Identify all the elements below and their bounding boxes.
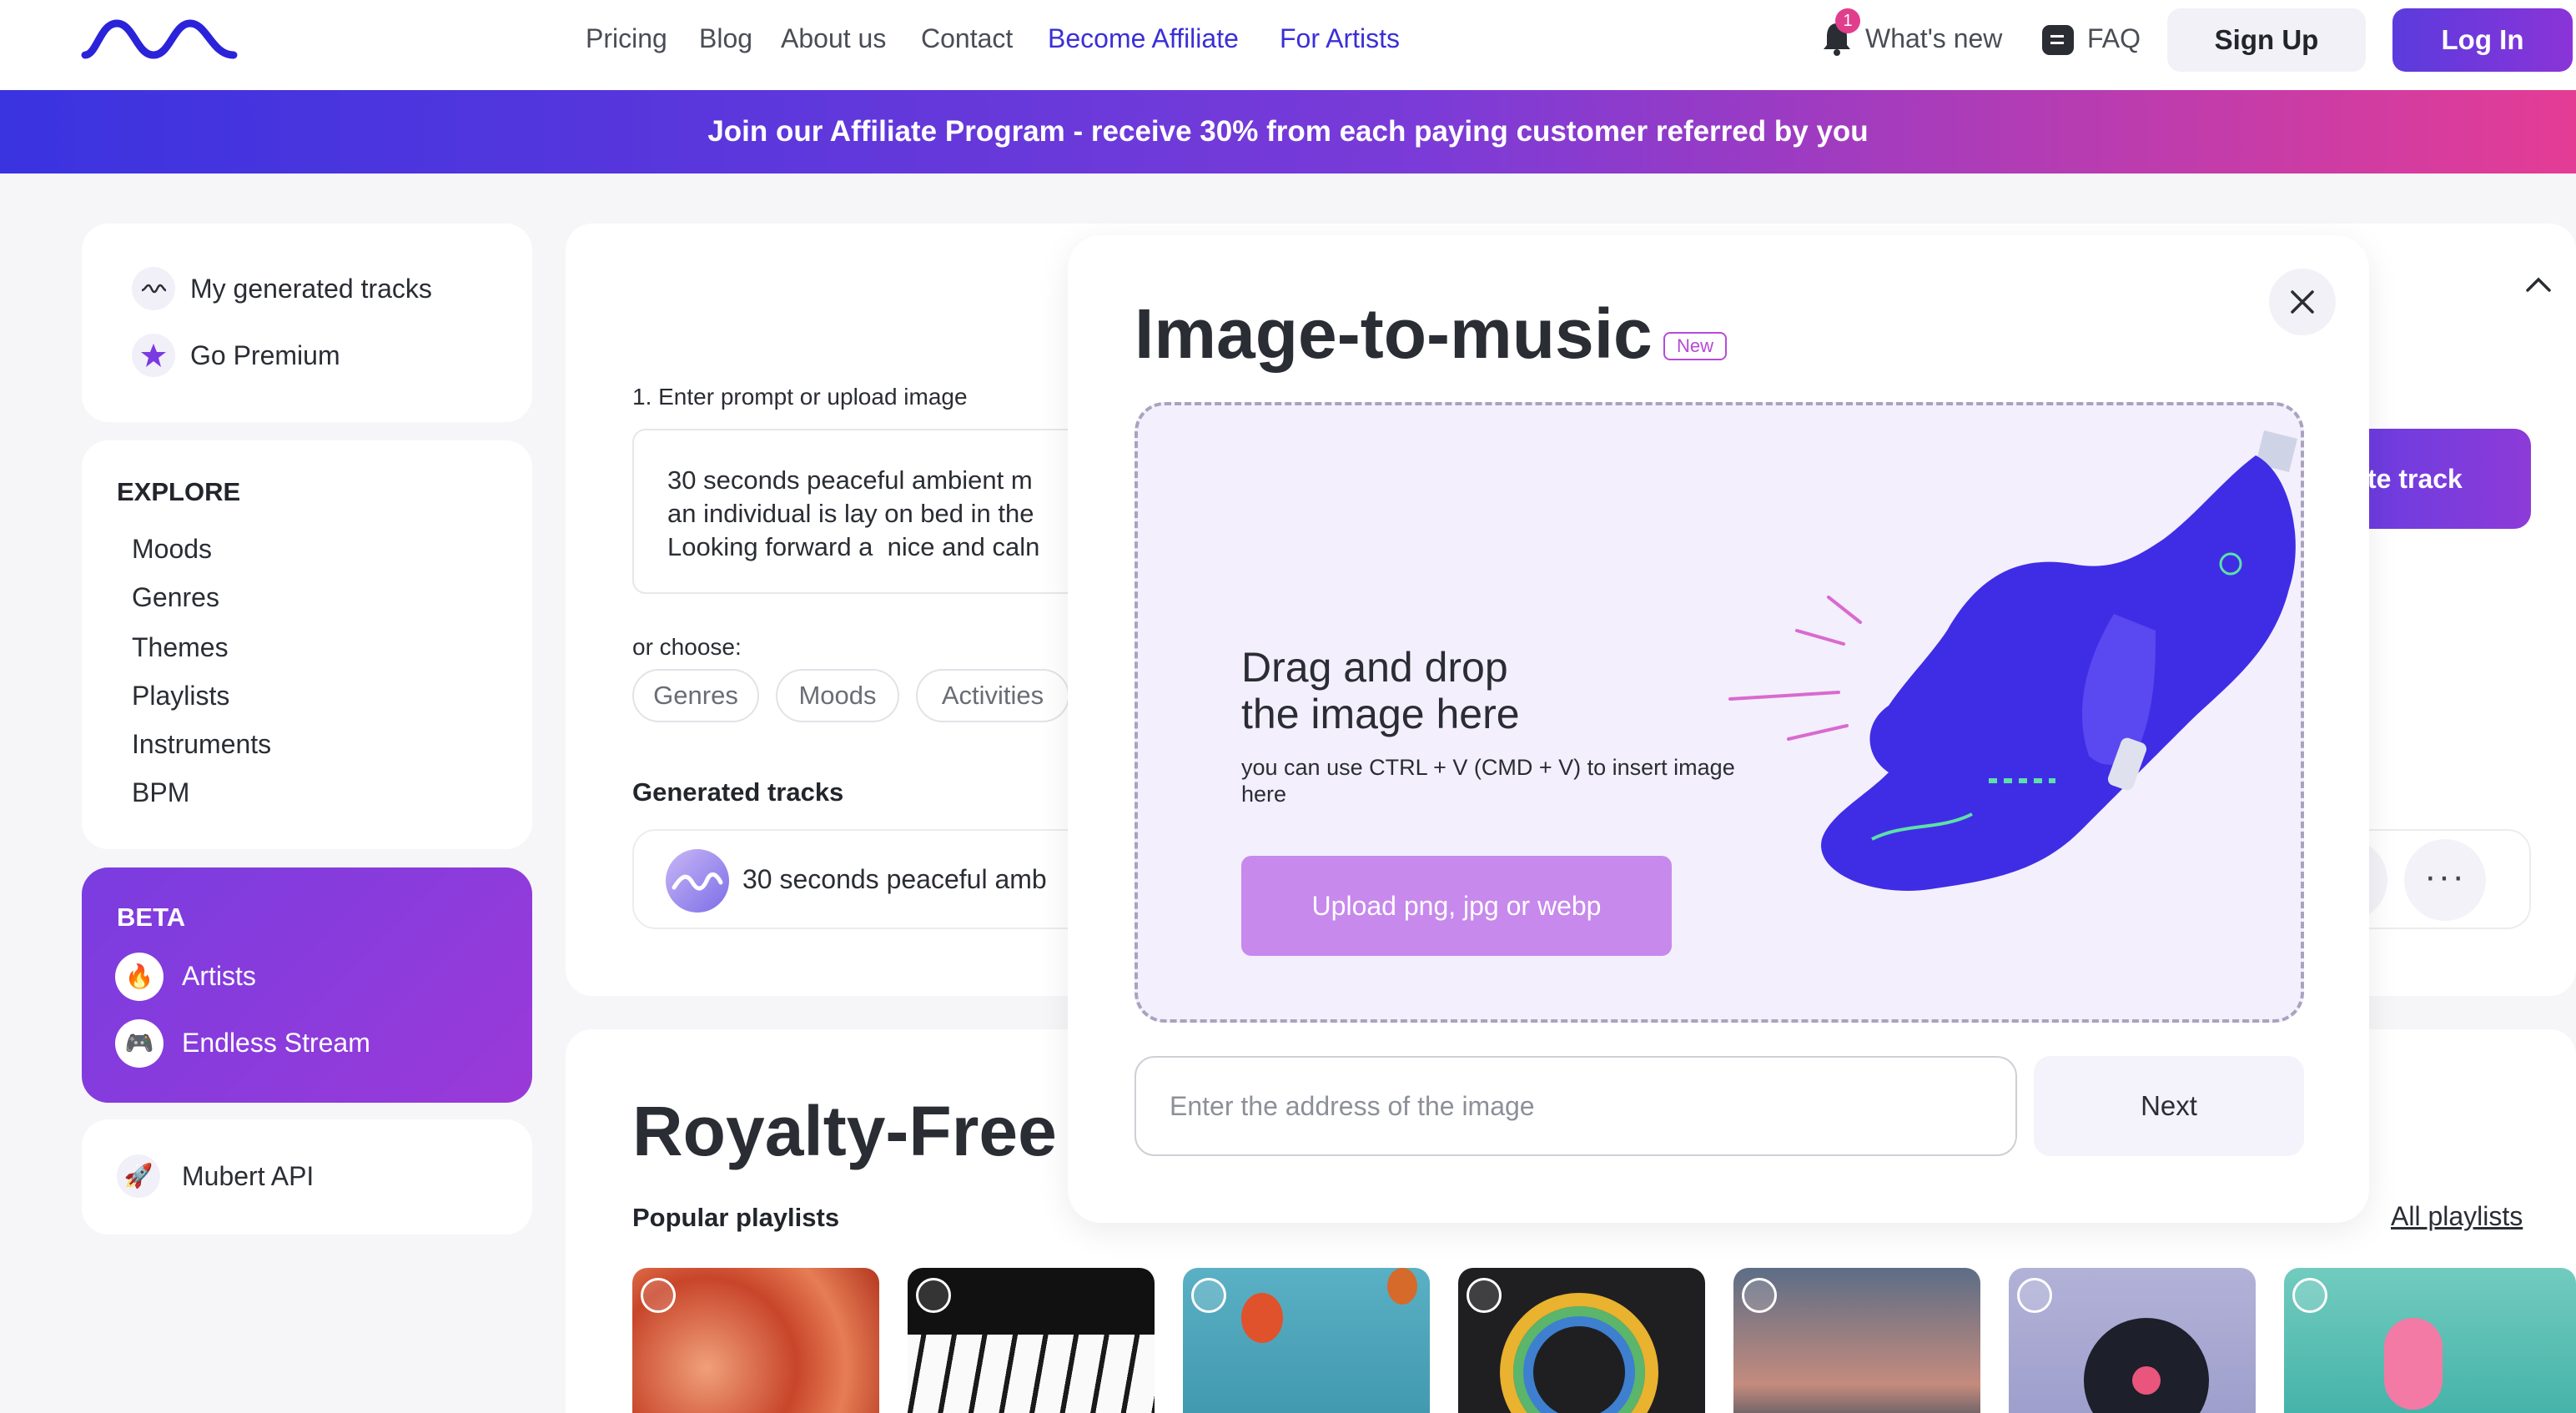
sidebar-beta-card: BETA 🔥 Artists 🎮 Endless Stream (82, 867, 532, 1103)
nav-blog[interactable]: Blog (699, 23, 752, 54)
all-playlists-link[interactable]: All playlists (2391, 1201, 2523, 1232)
close-button[interactable] (2269, 269, 2336, 335)
notification-badge: 1 (1835, 8, 1860, 33)
explore-heading: EXPLORE (117, 477, 241, 506)
playlist-thumb-sky[interactable] (1733, 1268, 1980, 1413)
sidebar-item-bpm[interactable]: BPM (132, 777, 189, 808)
sidebar-item-mubert-api[interactable]: Mubert API (182, 1161, 314, 1192)
wave-icon (1467, 1278, 1502, 1313)
playlist-thumb-flamingo[interactable] (2284, 1268, 2576, 1413)
top-header: Pricing Blog About us Contact Become Aff… (0, 0, 2576, 90)
image-to-music-modal: Image-to-music New Drag and drop the ima… (1068, 235, 2369, 1223)
faq-link[interactable]: FAQ (2087, 23, 2141, 54)
sidebar-explore-card: EXPLORE Moods Genres Themes Playlists In… (82, 440, 532, 849)
chevron-up-icon[interactable] (2518, 267, 2559, 300)
chip-activities[interactable]: Activities (916, 669, 1069, 722)
wave-icon (132, 267, 175, 310)
sidebar-api-card: 🚀 Mubert API (82, 1119, 532, 1234)
wave-icon (916, 1278, 951, 1313)
royalty-free-heading: Royalty-Free (632, 1092, 1057, 1170)
sidebar-top-card: My generated tracks Go Premium (82, 224, 532, 422)
drop-title: Drag and drop the image here (1241, 644, 1520, 737)
playlist-thumb-rainbow[interactable] (1458, 1268, 1705, 1413)
chip-moods[interactable]: Moods (776, 669, 899, 722)
paste-hint: you can use CTRL + V (CMD + V) to insert… (1241, 755, 1735, 807)
wave-icon (2017, 1278, 2052, 1313)
playlist-thumb-piano[interactable] (908, 1268, 1155, 1413)
sidebar-item-playlists[interactable]: Playlists (132, 681, 229, 712)
gamepad-icon: 🎮 (115, 1019, 164, 1068)
log-in-button[interactable]: Log In (2392, 8, 2573, 72)
prompt-textarea[interactable]: 30 seconds peaceful ambient m an individ… (632, 429, 1099, 594)
close-icon (2291, 290, 2314, 314)
wave-icon (641, 1278, 676, 1313)
sidebar-item-genres[interactable]: Genres (132, 582, 219, 613)
prompt-text: 30 seconds peaceful ambient m an individ… (667, 465, 1040, 561)
drop-title-line1: Drag and drop (1241, 644, 1508, 691)
wave-icon (1191, 1278, 1226, 1313)
drop-title-line2: the image here (1241, 691, 1520, 737)
sidebar-item-themes[interactable]: Themes (132, 632, 229, 663)
more-options-icon[interactable]: ··· (2404, 839, 2486, 921)
fire-icon: 🔥 (115, 953, 164, 1001)
playlist-thumb-autumn[interactable] (632, 1268, 879, 1413)
prompt-label: 1. Enter prompt or upload image (632, 384, 968, 410)
new-badge: New (1663, 332, 1727, 360)
sidebar-item-instruments[interactable]: Instruments (132, 729, 271, 760)
nav-contact[interactable]: Contact (921, 23, 1013, 54)
sidebar-item-my-tracks[interactable]: My generated tracks (190, 274, 432, 304)
sidebar-item-endless-stream[interactable]: Endless Stream (182, 1028, 370, 1058)
wave-icon (1742, 1278, 1777, 1313)
sign-up-button[interactable]: Sign Up (2167, 8, 2366, 72)
image-url-input[interactable] (1135, 1056, 2017, 1156)
sidebar-item-go-premium[interactable]: Go Premium (190, 340, 340, 371)
or-choose-label: or choose: (632, 634, 742, 660)
upload-image-button[interactable]: Upload png, jpg or webp (1241, 856, 1672, 956)
mubert-logo[interactable] (80, 18, 239, 60)
popular-playlists-heading: Popular playlists (632, 1203, 840, 1232)
sidebar-item-artists[interactable]: Artists (182, 961, 256, 992)
playlist-thumb-vinyl[interactable] (2009, 1268, 2256, 1413)
rocket-icon: 🚀 (117, 1154, 160, 1198)
track-avatar (666, 849, 729, 913)
affiliate-banner[interactable]: Join our Affiliate Program - receive 30%… (0, 90, 2576, 173)
nav-pricing[interactable]: Pricing (586, 23, 667, 54)
faq-icon (2042, 25, 2074, 55)
generated-tracks-heading: Generated tracks (632, 777, 844, 807)
playlist-thumb-balloons[interactable] (1183, 1268, 1430, 1413)
next-button[interactable]: Next (2034, 1056, 2304, 1156)
beta-heading: BETA (117, 903, 186, 932)
modal-title: Image-to-music (1135, 294, 1653, 373)
whats-new-link[interactable]: What's new (1865, 23, 2002, 54)
nav-about[interactable]: About us (781, 23, 886, 54)
track-title: 30 seconds peaceful amb (742, 864, 1047, 894)
generate-track-button[interactable]: te track (2352, 429, 2531, 529)
nav-become-affiliate[interactable]: Become Affiliate (1048, 23, 1239, 54)
chip-genres[interactable]: Genres (632, 669, 759, 722)
nav-for-artists[interactable]: For Artists (1280, 23, 1400, 54)
hand-illustration (1728, 430, 2297, 891)
star-icon (132, 334, 175, 377)
wave-icon (2292, 1278, 2327, 1313)
image-dropzone[interactable]: Drag and drop the image here you can use… (1135, 402, 2304, 1023)
sidebar-item-moods[interactable]: Moods (132, 534, 212, 565)
